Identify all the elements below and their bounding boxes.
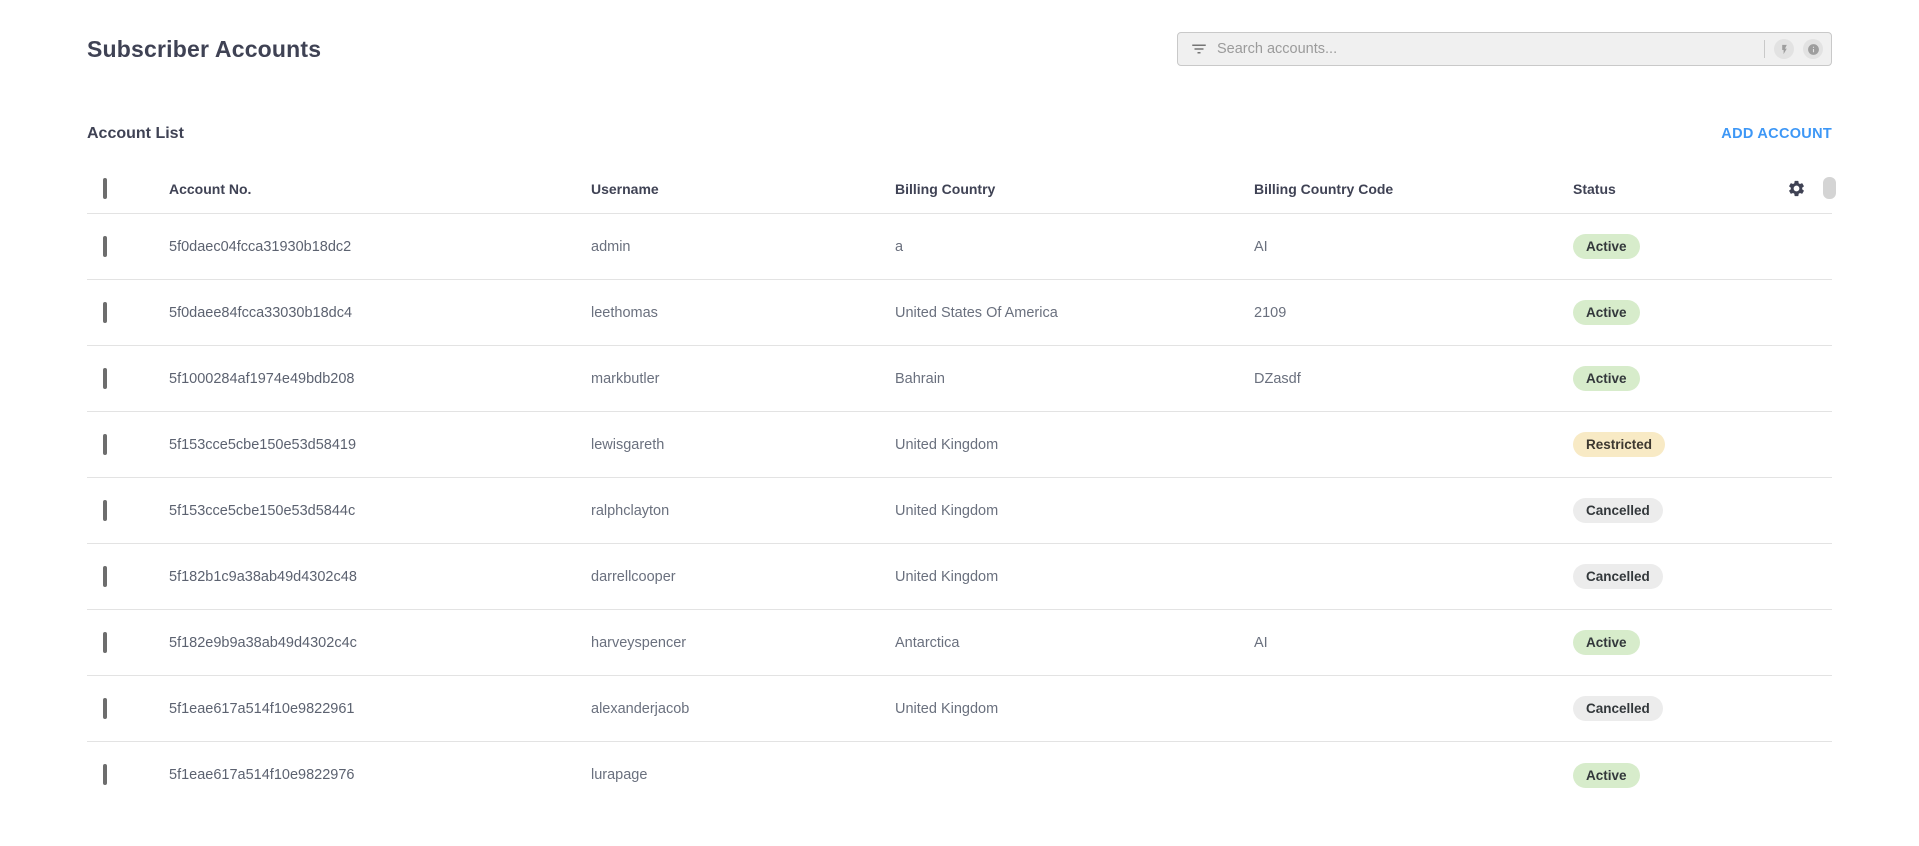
header-billing-country: Billing Country bbox=[895, 181, 1254, 197]
table-row: 5f1000284af1974e49bdb208 markbutler Bahr… bbox=[87, 346, 1832, 412]
cell-billing-country: Antarctica bbox=[895, 635, 1254, 651]
table-row: 5f153cce5cbe150e53d58419 lewisgareth Uni… bbox=[87, 412, 1832, 478]
table-row: 5f182b1c9a38ab49d4302c48 darrellcooper U… bbox=[87, 544, 1832, 610]
cell-billing-country: United Kingdom bbox=[895, 569, 1254, 585]
table-row: 5f0daec04fcca31930b18dc2 admin a AI Acti… bbox=[87, 214, 1832, 280]
cell-billing-country: United Kingdom bbox=[895, 437, 1254, 453]
cell-username: alexanderjacob bbox=[591, 701, 895, 717]
row-checkbox[interactable] bbox=[103, 764, 107, 785]
cell-account-no: 5f182b1c9a38ab49d4302c48 bbox=[169, 569, 591, 585]
cell-account-no: 5f0daec04fcca31930b18dc2 bbox=[169, 239, 591, 255]
vertical-scrollbar-thumb[interactable] bbox=[1823, 177, 1836, 199]
account-list-header: Account List ADD ACCOUNT bbox=[87, 124, 1832, 144]
table-row: 5f1eae617a514f10e9822976 lurapage Active bbox=[87, 742, 1832, 808]
cell-billing-country: a bbox=[895, 239, 1254, 255]
row-checkbox[interactable] bbox=[103, 236, 107, 257]
table-row: 5f1eae617a514f10e9822961 alexanderjacob … bbox=[87, 676, 1832, 742]
status-badge: Cancelled bbox=[1573, 498, 1663, 523]
table-header-row: Account No. Username Billing Country Bil… bbox=[87, 164, 1832, 214]
cell-billing-country-code: AI bbox=[1254, 635, 1573, 651]
filter-list-icon bbox=[1190, 40, 1208, 58]
cell-username: lewisgareth bbox=[591, 437, 895, 453]
search-box[interactable] bbox=[1177, 32, 1832, 66]
cell-account-no: 5f182e9b9a38ab49d4302c4c bbox=[169, 635, 591, 651]
cell-billing-country-code: DZasdf bbox=[1254, 371, 1573, 387]
cell-account-no: 5f1eae617a514f10e9822976 bbox=[169, 767, 591, 783]
status-badge: Restricted bbox=[1573, 432, 1665, 457]
search-input[interactable] bbox=[1217, 41, 1755, 57]
cell-billing-country: United States Of America bbox=[895, 305, 1254, 321]
page-header: Subscriber Accounts bbox=[87, 30, 1832, 68]
row-checkbox[interactable] bbox=[103, 500, 107, 521]
status-badge: Active bbox=[1573, 300, 1640, 325]
cell-account-no: 5f0daee84fcca33030b18dc4 bbox=[169, 305, 591, 321]
row-checkbox[interactable] bbox=[103, 698, 107, 719]
gear-icon[interactable] bbox=[1787, 179, 1806, 198]
cell-username: ralphclayton bbox=[591, 503, 895, 519]
section-title: Account List bbox=[87, 125, 184, 143]
table-row: 5f182e9b9a38ab49d4302c4c harveyspencer A… bbox=[87, 610, 1832, 676]
row-checkbox[interactable] bbox=[103, 302, 107, 323]
header-username: Username bbox=[591, 181, 895, 197]
cell-account-no: 5f1eae617a514f10e9822961 bbox=[169, 701, 591, 717]
cell-billing-country: United Kingdom bbox=[895, 503, 1254, 519]
status-badge: Cancelled bbox=[1573, 564, 1663, 589]
cell-username: admin bbox=[591, 239, 895, 255]
cell-username: harveyspencer bbox=[591, 635, 895, 651]
cell-account-no: 5f1000284af1974e49bdb208 bbox=[169, 371, 591, 387]
table-row: 5f0daee84fcca33030b18dc4 leethomas Unite… bbox=[87, 280, 1832, 346]
cell-username: leethomas bbox=[591, 305, 895, 321]
row-checkbox[interactable] bbox=[103, 434, 107, 455]
header-status: Status bbox=[1573, 181, 1760, 197]
cell-username: markbutler bbox=[591, 371, 895, 387]
status-badge: Active bbox=[1573, 366, 1640, 391]
page-title: Subscriber Accounts bbox=[87, 36, 321, 63]
status-badge: Active bbox=[1573, 234, 1640, 259]
search-divider bbox=[1764, 40, 1765, 58]
row-checkbox[interactable] bbox=[103, 632, 107, 653]
status-badge: Cancelled bbox=[1573, 696, 1663, 721]
header-account-no: Account No. bbox=[169, 181, 591, 197]
row-checkbox[interactable] bbox=[103, 566, 107, 587]
table-row: 5f153cce5cbe150e53d5844c ralphclayton Un… bbox=[87, 478, 1832, 544]
cell-billing-country-code: AI bbox=[1254, 239, 1573, 255]
accounts-table: Account No. Username Billing Country Bil… bbox=[87, 164, 1832, 808]
header-billing-country-code: Billing Country Code bbox=[1254, 181, 1573, 197]
add-account-button[interactable]: ADD ACCOUNT bbox=[1721, 126, 1832, 142]
cell-username: lurapage bbox=[591, 767, 895, 783]
cell-account-no: 5f153cce5cbe150e53d58419 bbox=[169, 437, 591, 453]
table-body: 5f0daec04fcca31930b18dc2 admin a AI Acti… bbox=[87, 214, 1832, 808]
status-badge: Active bbox=[1573, 630, 1640, 655]
cell-account-no: 5f153cce5cbe150e53d5844c bbox=[169, 503, 591, 519]
cell-billing-country-code: 2109 bbox=[1254, 305, 1573, 321]
lightning-icon[interactable] bbox=[1774, 39, 1794, 59]
row-checkbox[interactable] bbox=[103, 368, 107, 389]
cell-billing-country: Bahrain bbox=[895, 371, 1254, 387]
select-all-checkbox[interactable] bbox=[103, 178, 107, 199]
cell-billing-country: United Kingdom bbox=[895, 701, 1254, 717]
status-badge: Active bbox=[1573, 763, 1640, 788]
cell-username: darrellcooper bbox=[591, 569, 895, 585]
info-icon[interactable] bbox=[1803, 39, 1823, 59]
subscriber-accounts-page: Subscriber Accounts bbox=[0, 30, 1919, 846]
